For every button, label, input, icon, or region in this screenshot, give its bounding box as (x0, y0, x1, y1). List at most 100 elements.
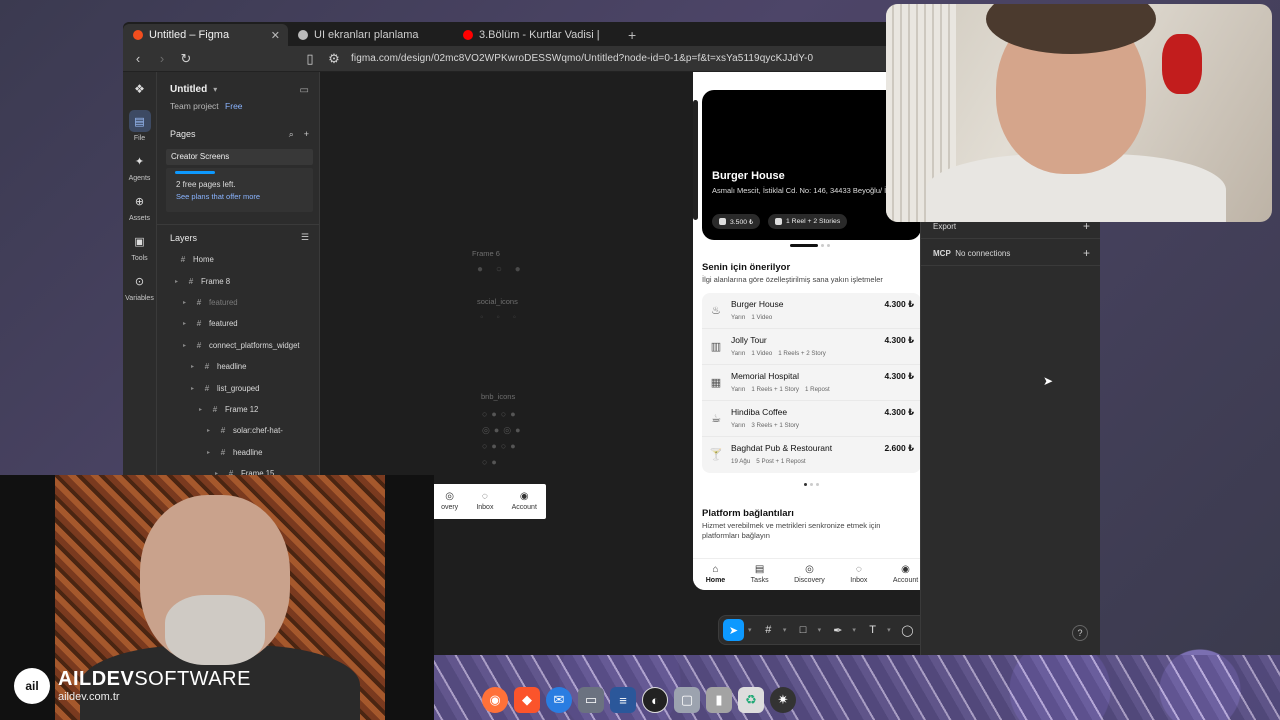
expand-caret-icon[interactable]: ▸ (207, 449, 213, 456)
meta-tag: 1 Reels + 1 Story (751, 386, 799, 393)
business-name: Memorial Hospital (731, 371, 800, 381)
expand-caret-icon[interactable]: ▸ (199, 406, 205, 413)
chevron-down-icon[interactable]: ▾ (852, 626, 858, 634)
layer-list: # Home ▸ # Frame 8 ▸ # featured ▸ # featured ▸ # conn… (157, 246, 319, 484)
layer-item[interactable]: ▸ # headline (157, 356, 319, 377)
file-title[interactable]: Untitled ▾ (170, 84, 307, 95)
tab-account[interactable]: ◉ Account (512, 492, 537, 512)
business-list-item[interactable]: ♨ Burger House 4.300 ₺ Yarın 1 Video (702, 293, 921, 329)
layer-item[interactable]: ▸ # list_grouped (157, 377, 319, 398)
sync-icon[interactable]: ◐ (642, 687, 668, 713)
help-button[interactable]: ? (1072, 625, 1088, 641)
export-row[interactable]: Export + (933, 220, 1090, 232)
mcp-row[interactable]: MCP No connections + (933, 247, 1090, 259)
plan-badge: Free (225, 101, 243, 111)
rectangle-tool-icon[interactable]: □ (793, 619, 814, 641)
frame-tool-icon[interactable]: # (758, 619, 779, 641)
rail-variables[interactable]: ⊙ Variables (125, 270, 154, 303)
reload-icon[interactable]: ↻ (179, 51, 193, 67)
layer-item[interactable]: ▸ # connect_platforms_widget (157, 335, 319, 356)
hero-title: Burger House (712, 170, 785, 182)
agents-icon: ✦ (134, 155, 145, 168)
layer-item[interactable]: ▸ # headline (157, 442, 319, 463)
business-list-item[interactable]: ☕ Hindiba Coffee 4.300 ₺ Yarın 3 Reels + 1 S… (702, 401, 921, 437)
page-limit-progress (175, 171, 215, 174)
layer-item[interactable]: ▸ # solar:chef-hat- (157, 420, 319, 441)
tab-tasks[interactable]: ▤ Tasks (751, 564, 769, 585)
expand-caret-icon[interactable]: ▸ (191, 385, 197, 392)
tab-inbox[interactable]: ◌ Inbox (850, 564, 867, 585)
see-plans-link[interactable]: See plans that offer more (176, 192, 313, 201)
layers-options-icon[interactable]: ☰ (301, 232, 309, 243)
chevron-down-icon[interactable]: ▾ (887, 626, 893, 634)
layer-item[interactable]: ▸ # Frame 12 (157, 399, 319, 420)
tab-ui-plan[interactable]: UI ekranları planlama (288, 24, 453, 46)
chevron-down-icon[interactable]: ▾ (818, 626, 824, 634)
frame-label[interactable]: Frame 6 (472, 249, 500, 258)
expand-caret-icon[interactable]: ▸ (183, 299, 189, 306)
recycle-icon[interactable]: ♻ (738, 687, 764, 713)
tab-inbox[interactable]: ◌ Inbox (476, 492, 493, 512)
frame-icon: # (212, 404, 218, 414)
business-name: Burger House (731, 299, 784, 309)
mini-tabbar-frame[interactable]: ◎ overy ◌ Inbox ◉ Account (432, 484, 546, 519)
new-tab-button[interactable]: + (618, 24, 646, 46)
tab-overy[interactable]: ◎ overy (441, 492, 458, 512)
expand-caret-icon[interactable]: ▸ (183, 342, 189, 349)
back-icon[interactable]: ‹ (131, 51, 145, 66)
tab-home[interactable]: ⌂ Home (706, 565, 725, 585)
meta-tag: Yarın (731, 314, 746, 321)
thunderbird-icon[interactable]: ✉ (546, 687, 572, 713)
business-list-item[interactable]: 🍸 Baghdat Pub & Restourant 2.600 ₺ 19 Ağu 5 … (702, 437, 921, 473)
pen-tool-icon[interactable]: ✒ (827, 619, 848, 641)
social-icons-ghost: ◦ ◦ ◦ (480, 312, 522, 323)
search-icon[interactable]: ⌕ (289, 129, 294, 140)
layer-item[interactable]: # Home (157, 249, 319, 270)
forward-icon[interactable]: › (155, 51, 169, 66)
brave-icon[interactable]: ◆ (514, 687, 540, 713)
files-icon[interactable]: ▭ (578, 687, 604, 713)
document-icon[interactable]: ≡ (610, 687, 636, 713)
usb-icon[interactable]: ▮ (706, 687, 732, 713)
layer-item[interactable]: ▸ # featured (157, 313, 319, 334)
bookmark-icon[interactable]: ▯ (303, 51, 317, 67)
chat-icon: ◌ (855, 564, 862, 575)
figma-logo-icon[interactable]: ❖ (134, 82, 145, 96)
chevron-down-icon[interactable]: ▾ (748, 626, 754, 634)
url-field[interactable]: figma.com/design/02mc8VO2WPKwroDESSWqmo/… (351, 53, 813, 64)
business-list-item[interactable]: ▦ Memorial Hospital 4.300 ₺ Yarın 1 Reels + … (702, 365, 921, 401)
rail-agents[interactable]: ✦ Agents (129, 150, 151, 183)
chevron-down-icon[interactable]: ▾ (783, 626, 789, 634)
site-settings-icon[interactable]: ⚙ (327, 51, 341, 67)
add-mcp-icon[interactable]: + (1083, 247, 1090, 259)
expand-caret-icon[interactable]: ▸ (175, 278, 181, 285)
comment-tool-icon[interactable]: ◯ (897, 619, 918, 641)
firefox-icon[interactable]: ◉ (482, 687, 508, 713)
tab-figma[interactable]: Untitled – Figma ✕ (123, 24, 288, 46)
app-icon[interactable]: ▢ (674, 687, 700, 713)
rail-file[interactable]: ▤ File (128, 110, 151, 142)
add-export-icon[interactable]: + (1083, 220, 1090, 232)
settings-icon[interactable]: ✷ (770, 687, 796, 713)
tab-youtube[interactable]: 3.Bölüm - Kurtlar Vadisi | (453, 24, 618, 46)
frame-label[interactable]: social_icons (477, 297, 518, 306)
expand-caret-icon[interactable]: ▸ (191, 363, 197, 370)
add-page-icon[interactable]: + (304, 129, 309, 140)
expand-caret-icon[interactable]: ▸ (183, 320, 189, 327)
tab-discovery[interactable]: ◎ Discovery (794, 565, 825, 585)
tasks-icon: ▤ (754, 564, 765, 575)
text-tool-icon[interactable]: T (862, 619, 883, 641)
sidebar-toggle-icon[interactable]: ▭ (300, 85, 309, 96)
rail-tools[interactable]: ▣ Tools (129, 230, 151, 263)
layer-item[interactable]: ▸ # featured (157, 292, 319, 313)
move-tool-icon[interactable]: ➤ (723, 619, 745, 641)
tab-label: 3.Bölüm - Kurtlar Vadisi | (479, 29, 600, 41)
frame-label[interactable]: bnb_icons (481, 392, 515, 401)
layer-item[interactable]: ▸ # Frame 8 (157, 270, 319, 291)
rail-assets[interactable]: ⊕ Assets (129, 190, 151, 223)
tab-account[interactable]: ◉ Account (893, 565, 918, 585)
expand-caret-icon[interactable]: ▸ (207, 427, 213, 434)
business-list-item[interactable]: ▥ Jolly Tour 4.300 ₺ Yarın 1 Video 1 Reels + … (702, 329, 921, 365)
page-item-creator-screens[interactable]: Creator Screens (166, 149, 313, 165)
close-tab-icon[interactable]: ✕ (271, 29, 280, 42)
